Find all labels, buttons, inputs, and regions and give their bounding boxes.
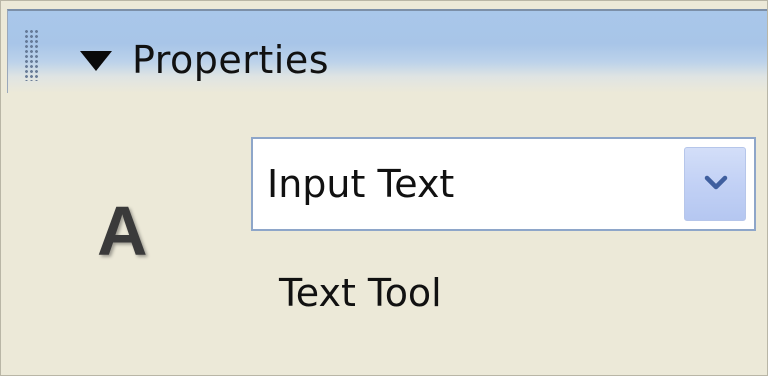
- drag-gripper-icon[interactable]: [24, 29, 38, 81]
- collapse-arrow-icon[interactable]: [80, 51, 112, 71]
- tool-name-label: Text Tool: [279, 271, 442, 315]
- panel-title: Properties: [132, 38, 330, 82]
- dropdown-button[interactable]: [684, 147, 746, 221]
- chevron-down-icon: [704, 175, 728, 190]
- panel-titlebar[interactable]: Properties: [7, 9, 767, 93]
- text-type-select[interactable]: Input Text: [251, 137, 756, 231]
- text-tool-icon: A: [97, 192, 148, 270]
- properties-panel: Properties A Input Text Text Tool: [0, 0, 768, 376]
- text-type-selected-value: Input Text: [267, 162, 455, 206]
